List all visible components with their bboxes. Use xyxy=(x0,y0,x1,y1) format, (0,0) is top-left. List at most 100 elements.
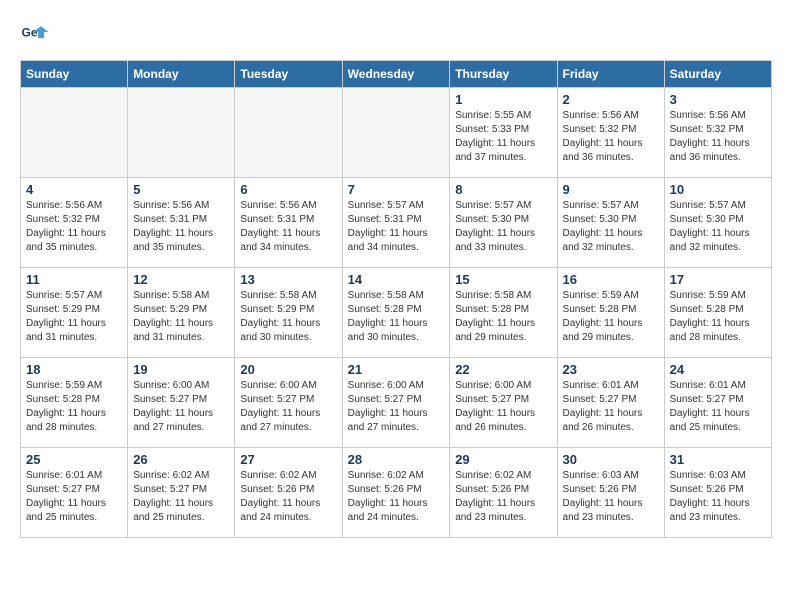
day-number: 14 xyxy=(348,272,445,287)
day-cell: 2 Sunrise: 5:56 AMSunset: 5:32 PMDaylight… xyxy=(557,88,664,178)
day-info: Sunrise: 5:57 AMSunset: 5:29 PMDaylight:… xyxy=(26,289,122,345)
day-cell: 24 Sunrise: 6:01 AMSunset: 5:27 PMDayligh… xyxy=(664,358,771,448)
day-number: 18 xyxy=(26,362,122,377)
day-cell: 19 Sunrise: 6:00 AMSunset: 5:27 PMDayligh… xyxy=(128,358,235,448)
day-number: 10 xyxy=(670,182,766,197)
day-cell: 5 Sunrise: 5:56 AMSunset: 5:31 PMDaylight… xyxy=(128,178,235,268)
day-number: 3 xyxy=(670,92,766,107)
day-info: Sunrise: 5:58 AMSunset: 5:28 PMDaylight:… xyxy=(455,289,551,345)
day-number: 7 xyxy=(348,182,445,197)
day-cell: 20Sunrise: 6:00 AMSunset: 5:27 PMDayligh… xyxy=(235,358,342,448)
day-info: Sunrise: 6:00 AMSunset: 5:27 PMDaylight:… xyxy=(455,379,551,435)
day-cell: 23 Sunrise: 6:01 AMSunset: 5:27 PMDayligh… xyxy=(557,358,664,448)
day-info: Sunrise: 5:57 AMSunset: 5:31 PMDaylight:… xyxy=(348,199,445,255)
day-info: Sunrise: 5:57 AMSunset: 5:30 PMDaylight:… xyxy=(563,199,659,255)
day-cell: 1 Sunrise: 5:55 AMSunset: 5:33 PMDaylight… xyxy=(450,88,557,178)
day-number: 15 xyxy=(455,272,551,287)
day-number: 26 xyxy=(133,452,229,467)
calendar-table: SundayMondayTuesdayWednesdayThursdayFrid… xyxy=(20,60,772,538)
day-number: 23 xyxy=(563,362,659,377)
day-cell: 18 Sunrise: 5:59 AMSunset: 5:28 PMDayligh… xyxy=(21,358,128,448)
day-info: Sunrise: 5:59 AMSunset: 5:28 PMDaylight:… xyxy=(26,379,122,435)
day-info: Sunrise: 5:55 AMSunset: 5:33 PMDaylight:… xyxy=(455,109,551,165)
day-number: 21 xyxy=(348,362,445,377)
day-cell: 4Sunrise: 5:56 AMSunset: 5:32 PMDaylight… xyxy=(21,178,128,268)
header-saturday: Saturday xyxy=(664,61,771,88)
day-number: 31 xyxy=(670,452,766,467)
day-info: Sunrise: 5:56 AMSunset: 5:32 PMDaylight:… xyxy=(26,199,122,255)
day-cell: 11 Sunrise: 5:57 AMSunset: 5:29 PMDayligh… xyxy=(21,268,128,358)
day-cell: 28 Sunrise: 6:02 AMSunset: 5:26 PMDayligh… xyxy=(342,448,450,538)
day-number: 8 xyxy=(455,182,551,197)
day-cell: 22 Sunrise: 6:00 AMSunset: 5:27 PMDayligh… xyxy=(450,358,557,448)
day-info: Sunrise: 6:02 AMSunset: 5:26 PMDaylight:… xyxy=(348,469,445,525)
day-info: Sunrise: 5:58 AMSunset: 5:29 PMDaylight:… xyxy=(240,289,336,345)
day-cell: 31 Sunrise: 6:03 AMSunset: 5:26 PMDayligh… xyxy=(664,448,771,538)
day-cell: 25 Sunrise: 6:01 AMSunset: 5:27 PMDayligh… xyxy=(21,448,128,538)
day-cell: 26 Sunrise: 6:02 AMSunset: 5:27 PMDayligh… xyxy=(128,448,235,538)
day-info: Sunrise: 6:02 AMSunset: 5:27 PMDaylight:… xyxy=(133,469,229,525)
week-row-2: 11 Sunrise: 5:57 AMSunset: 5:29 PMDayligh… xyxy=(21,268,772,358)
day-cell xyxy=(21,88,128,178)
day-info: Sunrise: 5:58 AMSunset: 5:28 PMDaylight:… xyxy=(348,289,445,345)
day-cell: 7 Sunrise: 5:57 AMSunset: 5:31 PMDaylight… xyxy=(342,178,450,268)
header-friday: Friday xyxy=(557,61,664,88)
day-number: 20 xyxy=(240,362,336,377)
day-info: Sunrise: 6:02 AMSunset: 5:26 PMDaylight:… xyxy=(240,469,336,525)
day-info: Sunrise: 5:57 AMSunset: 5:30 PMDaylight:… xyxy=(670,199,766,255)
day-number: 9 xyxy=(563,182,659,197)
day-info: Sunrise: 6:00 AMSunset: 5:27 PMDaylight:… xyxy=(133,379,229,435)
day-number: 5 xyxy=(133,182,229,197)
day-number: 6 xyxy=(240,182,336,197)
day-info: Sunrise: 5:56 AMSunset: 5:32 PMDaylight:… xyxy=(563,109,659,165)
day-cell: 29Sunrise: 6:02 AMSunset: 5:26 PMDayligh… xyxy=(450,448,557,538)
day-info: Sunrise: 5:56 AMSunset: 5:31 PMDaylight:… xyxy=(133,199,229,255)
day-cell: 12Sunrise: 5:58 AMSunset: 5:29 PMDayligh… xyxy=(128,268,235,358)
day-number: 30 xyxy=(563,452,659,467)
day-cell: 6Sunrise: 5:56 AMSunset: 5:31 PMDaylight… xyxy=(235,178,342,268)
week-row-0: 1 Sunrise: 5:55 AMSunset: 5:33 PMDaylight… xyxy=(21,88,772,178)
logo-icon: Gen xyxy=(20,20,50,50)
day-info: Sunrise: 5:56 AMSunset: 5:32 PMDaylight:… xyxy=(670,109,766,165)
day-info: Sunrise: 5:59 AMSunset: 5:28 PMDaylight:… xyxy=(563,289,659,345)
day-info: Sunrise: 6:01 AMSunset: 5:27 PMDaylight:… xyxy=(670,379,766,435)
day-number: 19 xyxy=(133,362,229,377)
header-tuesday: Tuesday xyxy=(235,61,342,88)
day-number: 25 xyxy=(26,452,122,467)
day-number: 28 xyxy=(348,452,445,467)
day-info: Sunrise: 6:03 AMSunset: 5:26 PMDaylight:… xyxy=(670,469,766,525)
day-number: 24 xyxy=(670,362,766,377)
week-row-1: 4Sunrise: 5:56 AMSunset: 5:32 PMDaylight… xyxy=(21,178,772,268)
day-cell xyxy=(342,88,450,178)
day-info: Sunrise: 5:57 AMSunset: 5:30 PMDaylight:… xyxy=(455,199,551,255)
day-cell: 13 Sunrise: 5:58 AMSunset: 5:29 PMDayligh… xyxy=(235,268,342,358)
day-info: Sunrise: 6:01 AMSunset: 5:27 PMDaylight:… xyxy=(563,379,659,435)
day-info: Sunrise: 6:01 AMSunset: 5:27 PMDaylight:… xyxy=(26,469,122,525)
day-number: 2 xyxy=(563,92,659,107)
day-number: 1 xyxy=(455,92,551,107)
day-number: 13 xyxy=(240,272,336,287)
week-row-4: 25 Sunrise: 6:01 AMSunset: 5:27 PMDayligh… xyxy=(21,448,772,538)
header-row: SundayMondayTuesdayWednesdayThursdayFrid… xyxy=(21,61,772,88)
day-info: Sunrise: 6:00 AMSunset: 5:27 PMDaylight:… xyxy=(348,379,445,435)
day-cell: 9 Sunrise: 5:57 AMSunset: 5:30 PMDaylight… xyxy=(557,178,664,268)
logo: Gen xyxy=(20,20,54,50)
header-monday: Monday xyxy=(128,61,235,88)
header-sunday: Sunday xyxy=(21,61,128,88)
day-number: 11 xyxy=(26,272,122,287)
day-cell: 3 Sunrise: 5:56 AMSunset: 5:32 PMDaylight… xyxy=(664,88,771,178)
day-number: 16 xyxy=(563,272,659,287)
day-info: Sunrise: 5:58 AMSunset: 5:29 PMDaylight:… xyxy=(133,289,229,345)
day-cell: 27 Sunrise: 6:02 AMSunset: 5:26 PMDayligh… xyxy=(235,448,342,538)
day-cell: 21 Sunrise: 6:00 AMSunset: 5:27 PMDayligh… xyxy=(342,358,450,448)
day-info: Sunrise: 5:59 AMSunset: 5:28 PMDaylight:… xyxy=(670,289,766,345)
day-number: 29 xyxy=(455,452,551,467)
day-number: 27 xyxy=(240,452,336,467)
header-thursday: Thursday xyxy=(450,61,557,88)
day-cell: 30Sunrise: 6:03 AMSunset: 5:26 PMDayligh… xyxy=(557,448,664,538)
day-cell: 17 Sunrise: 5:59 AMSunset: 5:28 PMDayligh… xyxy=(664,268,771,358)
day-cell: 10 Sunrise: 5:57 AMSunset: 5:30 PMDayligh… xyxy=(664,178,771,268)
day-number: 17 xyxy=(670,272,766,287)
page-header: Gen xyxy=(20,20,772,50)
day-number: 22 xyxy=(455,362,551,377)
